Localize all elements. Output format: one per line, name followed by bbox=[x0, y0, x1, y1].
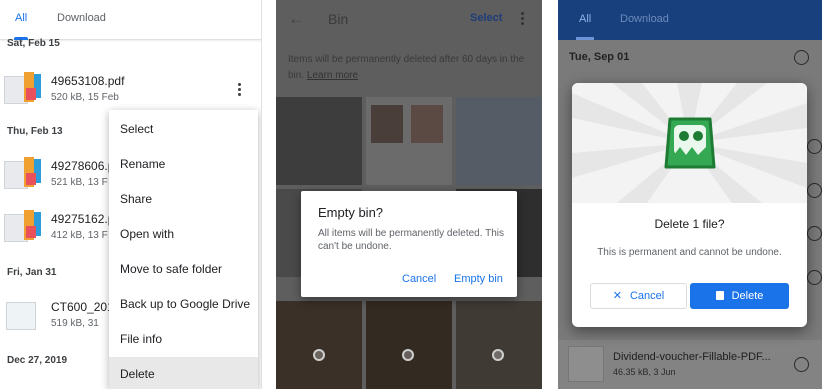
file-name: 49278606.p bbox=[51, 159, 115, 173]
grid-image[interactable] bbox=[456, 301, 542, 389]
dialog-body: This is permanent and cannot be undone. bbox=[597, 247, 782, 258]
cancel-button[interactable]: ✕ Cancel bbox=[590, 283, 687, 309]
section-date: Tue, Sep 01 bbox=[569, 51, 630, 63]
dialog-body: All items will be permanently deleted. T… bbox=[318, 228, 505, 252]
menu-item-backup-drive[interactable]: Back up to Google Drive bbox=[109, 287, 258, 321]
select-circle[interactable] bbox=[492, 349, 504, 361]
file-meta: 520 kB, 15 Feb bbox=[51, 92, 119, 103]
page-title: Bin bbox=[328, 11, 349, 27]
pdf-thumbnail bbox=[4, 157, 42, 189]
bin-note: Items will be permanently deleted after … bbox=[288, 52, 533, 84]
menu-item-open-with[interactable]: Open with bbox=[109, 217, 258, 251]
files-go-icon bbox=[664, 117, 716, 169]
dialog-illustration bbox=[572, 83, 807, 203]
select-circle[interactable] bbox=[807, 270, 822, 285]
select-circle[interactable] bbox=[313, 349, 325, 361]
menu-item-file-info[interactable]: File info bbox=[109, 322, 258, 356]
grid-image[interactable] bbox=[366, 97, 452, 185]
files-screen: All Download Sat, Feb 15 49653108.pdf 52… bbox=[0, 0, 262, 389]
menu-item-rename[interactable]: Rename bbox=[109, 147, 258, 181]
cancel-button[interactable]: Cancel bbox=[402, 273, 436, 285]
file-meta: 519 kB, 31 bbox=[51, 318, 99, 329]
dialog-title: Delete 1 file? bbox=[654, 217, 725, 231]
context-menu: Select Rename Share Open with Move to sa… bbox=[109, 110, 258, 389]
more-options-icon[interactable] bbox=[521, 12, 525, 27]
select-circle[interactable] bbox=[807, 226, 822, 241]
list-item[interactable]: 49275162.p 412 kB, 13 F bbox=[4, 210, 114, 244]
tab-all[interactable]: All bbox=[579, 13, 591, 25]
document-thumbnail bbox=[4, 298, 42, 330]
list-item[interactable]: CT600_201 519 kB, 31 bbox=[4, 298, 114, 332]
list-item[interactable]: 49653108.pdf 520 kB, 15 Feb bbox=[4, 72, 204, 106]
tab-download[interactable]: Download bbox=[620, 13, 669, 25]
delete-label: Delete bbox=[731, 290, 764, 302]
file-name: Dividend-voucher-Fillable-PDF... bbox=[613, 351, 771, 363]
section-date: Thu, Feb 13 bbox=[7, 126, 63, 137]
list-item[interactable]: 49278606.p 521 kB, 13 F bbox=[4, 157, 114, 191]
delete-file-dialog: Delete 1 file? This is permanent and can… bbox=[572, 83, 807, 327]
grid-image[interactable] bbox=[276, 301, 362, 389]
tab-bar: All Download bbox=[558, 0, 822, 40]
back-arrow-icon[interactable]: ← bbox=[288, 9, 305, 29]
learn-more-link[interactable]: Learn more bbox=[307, 70, 358, 81]
empty-bin-button[interactable]: Empty bin bbox=[454, 273, 503, 285]
grid-image[interactable] bbox=[456, 97, 542, 185]
empty-bin-dialog: Empty bin? All items will be permanently… bbox=[301, 191, 517, 297]
document-thumbnail bbox=[568, 346, 604, 382]
section-date: Dec 27, 2019 bbox=[7, 355, 68, 366]
delete-button[interactable]: Delete bbox=[690, 283, 789, 309]
select-circle[interactable] bbox=[794, 50, 809, 65]
menu-item-select[interactable]: Select bbox=[109, 112, 258, 146]
tab-download[interactable]: Download bbox=[57, 12, 106, 24]
file-name: 49275162.p bbox=[51, 212, 115, 226]
select-circle[interactable] bbox=[807, 139, 822, 154]
tab-bar: All Download bbox=[0, 0, 261, 40]
grid-image[interactable] bbox=[276, 97, 362, 185]
tab-indicator bbox=[576, 37, 594, 40]
file-name: 49653108.pdf bbox=[51, 74, 125, 88]
select-circle[interactable] bbox=[794, 357, 809, 372]
menu-item-delete[interactable]: Delete bbox=[109, 357, 258, 389]
trash-icon bbox=[715, 291, 724, 300]
app-bar: ← Bin Select bbox=[276, 0, 542, 38]
file-name: CT600_201 bbox=[51, 300, 114, 314]
select-circle[interactable] bbox=[402, 349, 414, 361]
pdf-thumbnail bbox=[4, 72, 42, 104]
select-circle[interactable] bbox=[807, 183, 822, 198]
file-meta: 521 kB, 13 F bbox=[51, 177, 108, 188]
pdf-thumbnail bbox=[4, 210, 42, 242]
menu-item-move-safe-folder[interactable]: Move to safe folder bbox=[109, 252, 258, 286]
select-button[interactable]: Select bbox=[470, 12, 502, 24]
grid-image[interactable] bbox=[366, 301, 452, 389]
cancel-label: Cancel bbox=[629, 290, 665, 302]
close-icon: ✕ bbox=[612, 290, 622, 302]
file-meta: 412 kB, 13 F bbox=[51, 230, 108, 241]
tab-all[interactable]: All bbox=[15, 12, 27, 24]
more-options-icon[interactable] bbox=[238, 83, 242, 97]
section-date: Fri, Jan 31 bbox=[7, 267, 57, 278]
file-meta: 46.35 kB, 3 Jun bbox=[613, 367, 676, 377]
section-date: Sat, Feb 15 bbox=[7, 38, 60, 49]
dialog-title: Empty bin? bbox=[318, 205, 384, 220]
menu-item-share[interactable]: Share bbox=[109, 182, 258, 216]
